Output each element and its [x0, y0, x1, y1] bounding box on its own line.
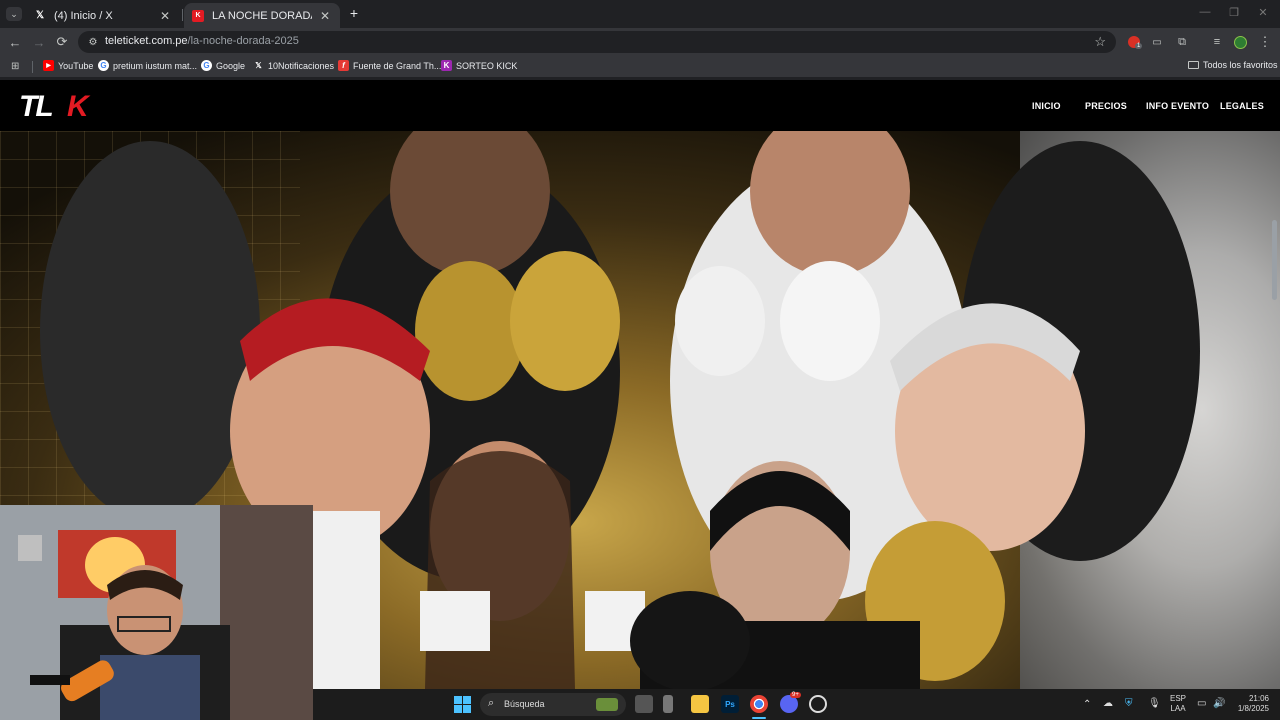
language-indicator[interactable]: ESP LAA [1170, 694, 1186, 714]
tab-title: LA NOCHE DORADA 2025 | TEL [212, 9, 312, 22]
site-info-icon[interactable]: ⚙ [86, 35, 100, 49]
extension-card-icon[interactable]: ▭ [1148, 33, 1166, 51]
bookmark-label: 10Notificaciones [268, 60, 335, 71]
language-line2: LAA [1170, 704, 1186, 713]
language-line1: ESP [1170, 694, 1187, 703]
file-explorer-icon[interactable] [691, 695, 709, 713]
svg-text:K: K [67, 90, 91, 120]
bookmark-label: Todos los favoritos [1203, 60, 1278, 70]
restore-icon[interactable]: ❐ [1225, 6, 1243, 19]
bookmark-youtube[interactable]: ▶ YouTube [43, 60, 93, 71]
apps-grid-icon[interactable]: ⊞ [11, 61, 19, 72]
folder-icon [1188, 61, 1199, 69]
search-highlight-icon [596, 698, 618, 711]
security-shield-icon[interactable]: ⛨ [1125, 698, 1133, 709]
menu-kebab-icon[interactable]: ⋮ [1256, 33, 1274, 51]
all-bookmarks-folder[interactable]: Todos los favoritos [1188, 60, 1278, 70]
url-path: /la-noche-dorada-2025 [187, 35, 299, 47]
bookmark-grand-theft[interactable]: f Fuente de Grand Th... [338, 60, 441, 71]
time-text: 21:06 [1248, 694, 1269, 703]
page-scrollbar-thumb[interactable] [1272, 220, 1277, 300]
url-text[interactable]: teleticket.com.pe/la-noche-dorada-2025 [105, 35, 299, 47]
bookmark-star-icon[interactable]: ☆ [1094, 34, 1106, 50]
bookmark-label: Google [216, 60, 246, 71]
bookmark-pretium[interactable]: G pretium iustum mat... [98, 60, 197, 71]
bookmark-notificaciones[interactable]: 𝕏 10Notificaciones [253, 60, 334, 71]
onedrive-icon[interactable]: ☁ [1103, 698, 1113, 709]
media-queue-icon[interactable]: ≡ [1208, 33, 1226, 51]
tab-strip: ⌄ 𝕏 (4) Inicio / X ✕ K LA NOCHE DORADA 2… [0, 0, 1280, 28]
app-icon[interactable] [663, 695, 673, 713]
extensions-puzzle-icon[interactable]: ⧉ [1173, 33, 1191, 51]
nav-info-evento[interactable]: INFO EVENTO [1146, 101, 1209, 111]
clock[interactable]: 21:06 1/8/2025 [1231, 694, 1269, 714]
close-icon[interactable]: ✕ [158, 9, 172, 23]
bookmark-label: SORTEO KICK [456, 60, 518, 71]
volume-icon[interactable]: 🔊 [1213, 698, 1225, 709]
site-header: TL K INICIO PRECIOS INFO EVENTO LEGALES [0, 80, 1280, 131]
streamer-webcam-image [0, 505, 313, 720]
address-bar[interactable]: ⚙ teleticket.com.pe/la-noche-dorada-2025… [78, 31, 1116, 53]
back-icon[interactable]: ← [6, 33, 24, 51]
x-logo-icon: 𝕏 [35, 10, 45, 21]
windows-start-icon[interactable] [454, 696, 471, 713]
forward-icon[interactable]: → [30, 33, 48, 51]
f-icon: f [338, 60, 349, 71]
tlk-icon: K [192, 9, 204, 22]
tlk-logo[interactable]: TL K [19, 90, 99, 120]
bookmarks-divider [32, 61, 33, 73]
bookmark-google[interactable]: G Google [201, 60, 245, 71]
url-host: teleticket.com.pe [105, 35, 188, 47]
webcam-overlay [0, 505, 313, 720]
tray-overflow-icon[interactable]: ⌃ [1083, 699, 1091, 710]
youtube-icon: ▶ [43, 60, 54, 71]
x-logo-icon: 𝕏 [255, 61, 262, 70]
tab-title: (4) Inicio / X [54, 9, 113, 22]
taskbar-search[interactable]: ⌕ Búsqueda [480, 693, 626, 716]
bookmark-sorteo-kick[interactable]: K SORTEO KICK [441, 60, 517, 71]
nav-inicio[interactable]: INICIO [1032, 101, 1061, 111]
browser-toolbar: ← → ⟳ ⚙ teleticket.com.pe/la-noche-dorad… [0, 28, 1280, 56]
tab-la-noche-dorada[interactable]: K LA NOCHE DORADA 2025 | TEL ✕ [184, 3, 340, 28]
task-view-icon[interactable] [635, 695, 653, 713]
extension-badge: 1 [1135, 43, 1143, 49]
discord-badge: 9+ [790, 692, 801, 698]
bookmark-label: pretium iustum mat... [113, 60, 198, 71]
minimize-icon[interactable]: — [1196, 6, 1214, 18]
nav-legales[interactable]: LEGALES [1220, 101, 1264, 111]
tab-x-inicio[interactable]: 𝕏 (4) Inicio / X ✕ [26, 3, 180, 28]
tab-divider [182, 9, 183, 21]
windows-taskbar: ⌕ Búsqueda Ps 9+ ⌃ ☁ ⛨ 🎙 ESP LAA ▭ 🔊 21:… [313, 689, 1280, 720]
search-icon: ⌕ [488, 697, 495, 709]
profile-avatar[interactable] [1234, 36, 1247, 49]
tab-search-button[interactable]: ⌄ [6, 7, 22, 21]
bookmark-label: Fuente de Grand Th... [353, 60, 442, 71]
google-icon: G [201, 60, 212, 71]
svg-text:TL: TL [19, 90, 52, 120]
kick-icon: K [441, 60, 452, 71]
nav-precios[interactable]: PRECIOS [1085, 101, 1127, 111]
bookmark-label: YouTube [58, 60, 94, 71]
bookmarks-bar: ⊞ ▶ YouTube G pretium iustum mat... G Go… [0, 56, 1280, 78]
date-text: 1/8/2025 [1237, 704, 1269, 713]
search-placeholder: Búsqueda [504, 699, 545, 709]
reload-icon[interactable]: ⟳ [53, 33, 71, 51]
chrome-icon[interactable] [750, 695, 768, 713]
google-icon: G [98, 60, 109, 71]
photoshop-icon[interactable]: Ps [721, 695, 739, 713]
close-icon[interactable]: ✕ [318, 9, 332, 23]
new-tab-button[interactable]: + [346, 5, 362, 21]
active-app-indicator [752, 717, 766, 719]
microphone-icon[interactable]: 🎙 [1148, 698, 1161, 709]
network-icon[interactable]: ▭ [1197, 698, 1206, 709]
app2-icon[interactable] [809, 695, 827, 713]
close-window-icon[interactable]: ✕ [1254, 6, 1272, 19]
